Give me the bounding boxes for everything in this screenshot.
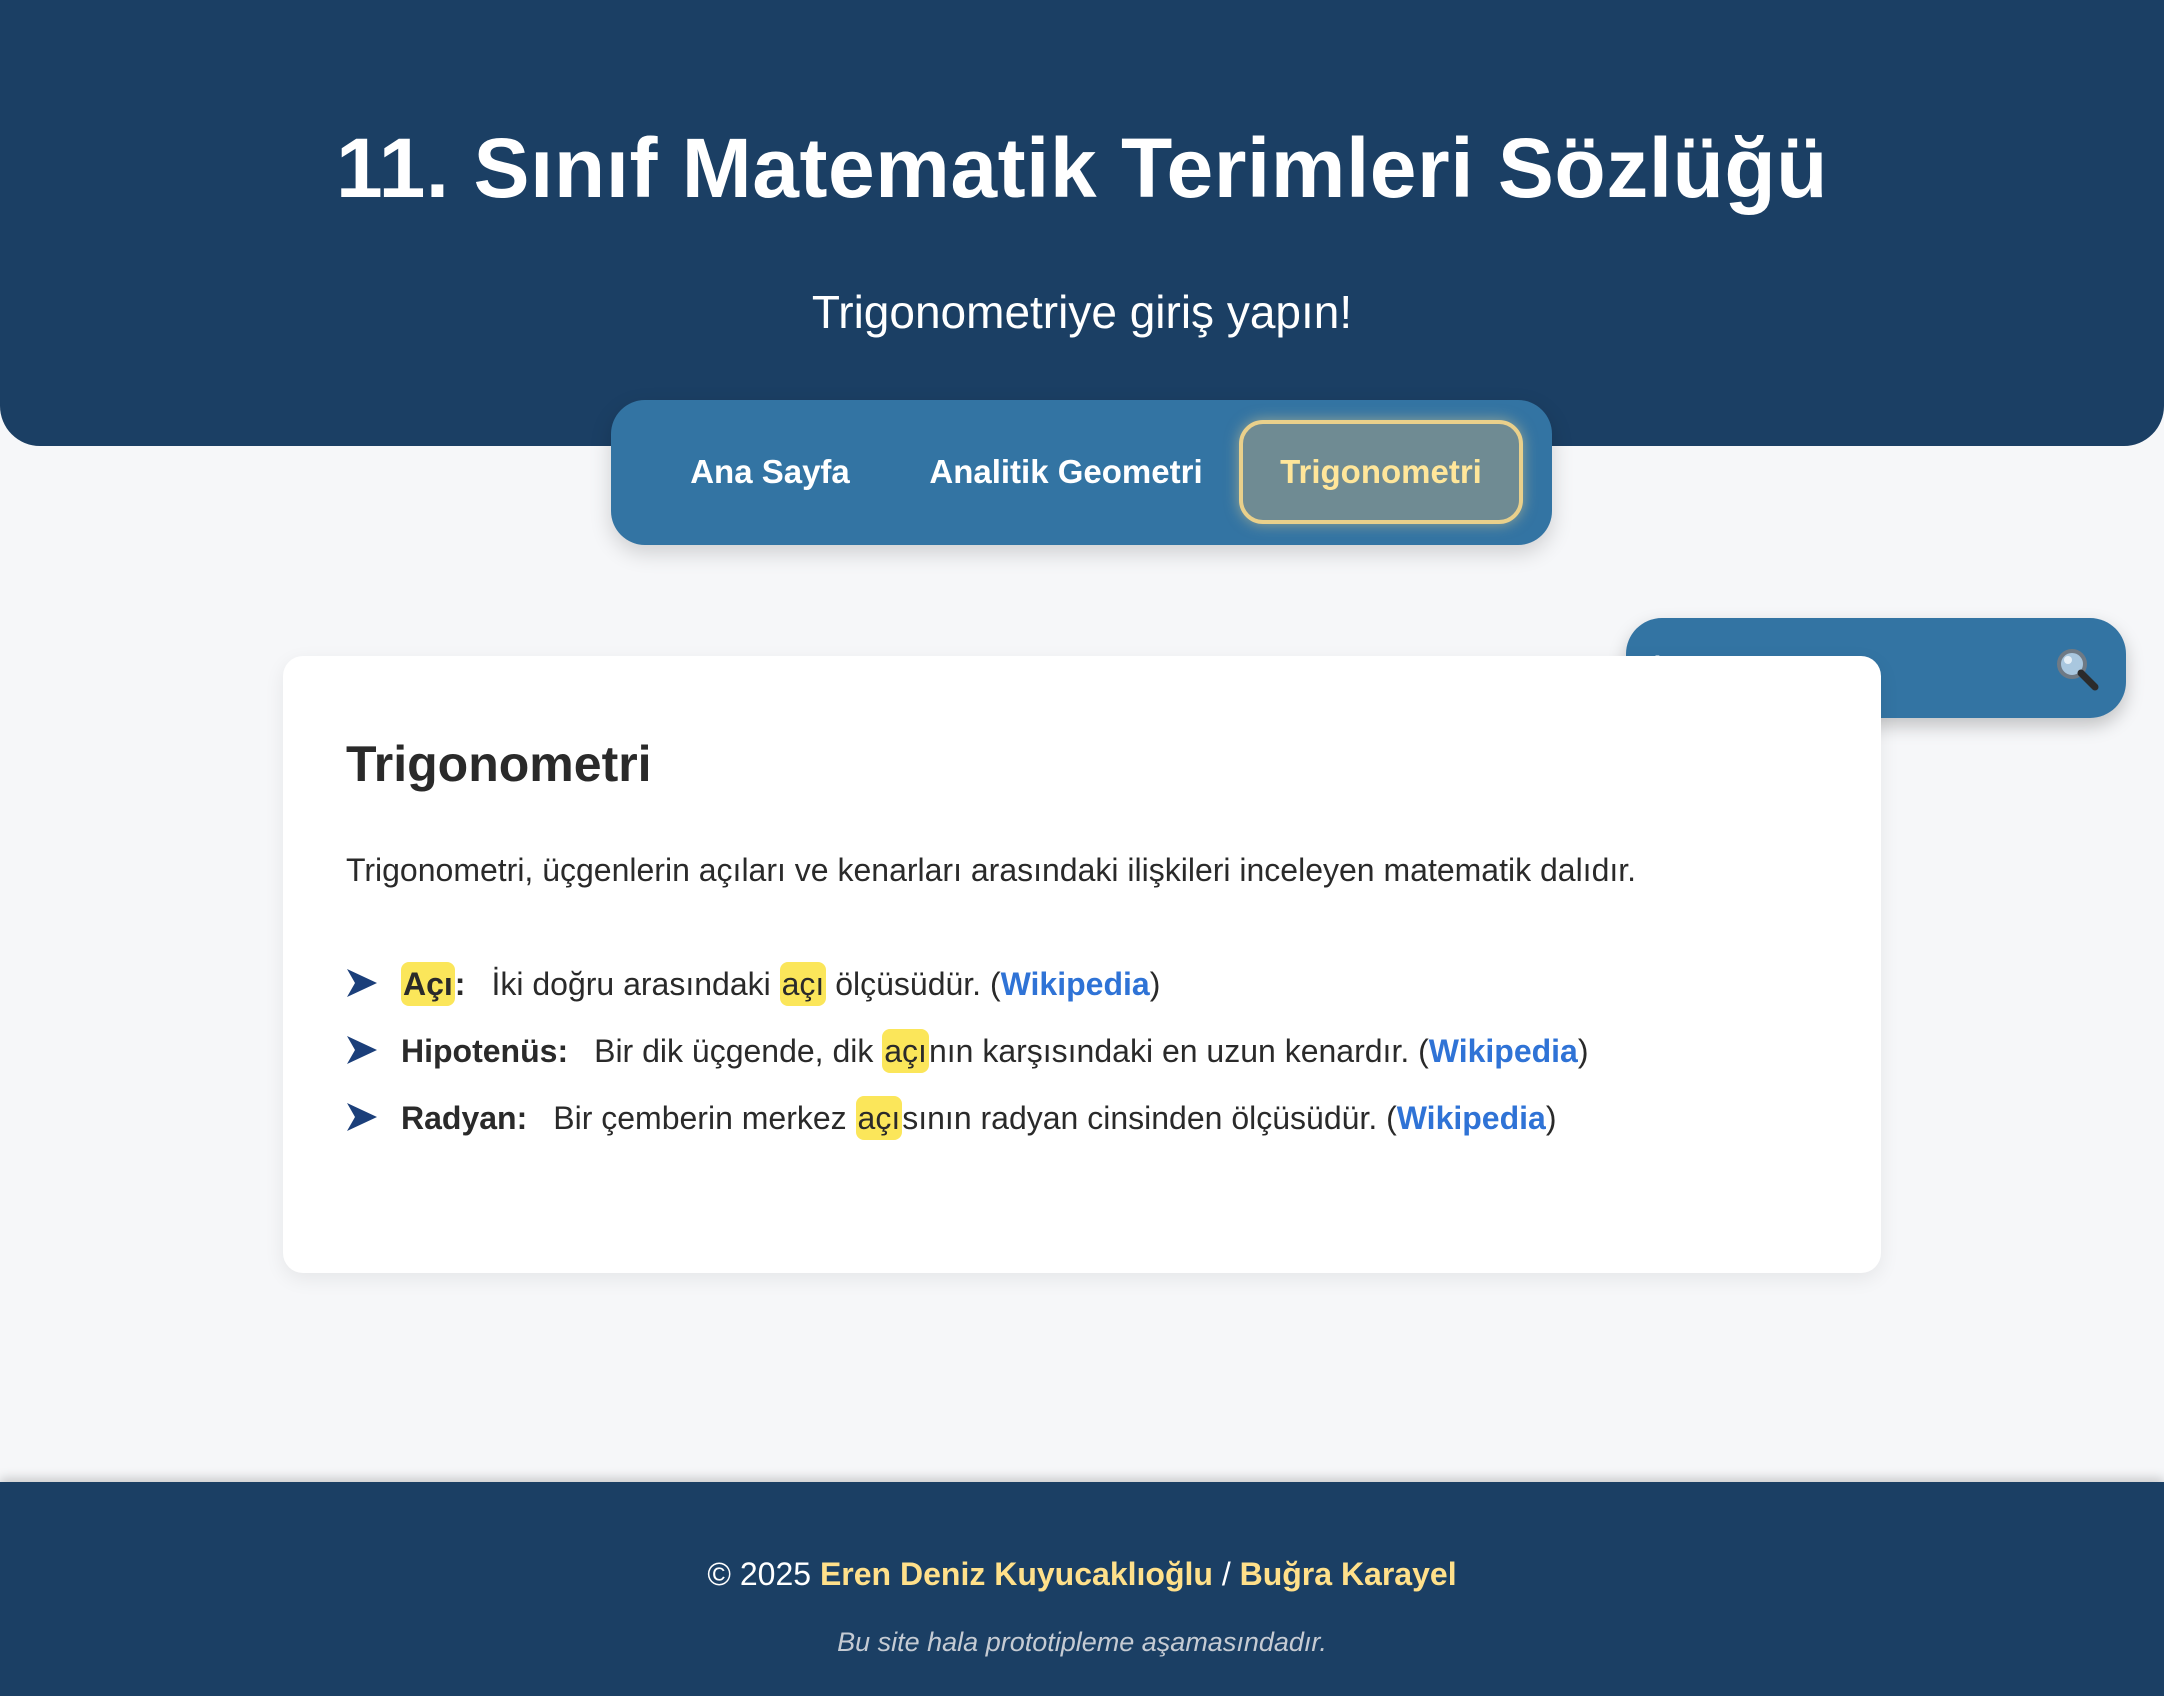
copyright-text: © 2025 xyxy=(707,1556,820,1592)
term-definition-text: ölçüsüdür. ( xyxy=(826,966,1001,1002)
term-colon: : xyxy=(454,966,466,1002)
search-highlight: açı xyxy=(882,1029,929,1073)
nav-item-analitik-geometri[interactable]: Analitik Geometri xyxy=(907,420,1225,524)
term-colon: : xyxy=(516,1100,528,1136)
wikipedia-link[interactable]: Wikipedia xyxy=(1397,1100,1546,1136)
term-name: Radyan xyxy=(401,1100,517,1136)
site-subtitle: Trigonometriye giriş yapın! xyxy=(811,286,1353,338)
term-colon: : xyxy=(557,1033,569,1069)
term-item-hipotenus: Hipotenüs: Bir dik üçgende, dik açının ka… xyxy=(346,1023,1846,1090)
nav-item-ana-sayfa[interactable]: Ana Sayfa xyxy=(659,420,881,524)
footer-note: Bu site hala prototipleme aşamasındadır. xyxy=(837,1627,1327,1657)
term-definition-text: nın karşısındaki en uzun kenardır. ( xyxy=(928,1033,1429,1069)
author-name: Buğra Karayel xyxy=(1239,1556,1457,1592)
arrow-bullet-icon xyxy=(347,969,377,997)
site-title: 11. Sınıf Matematik Terimleri Sözlüğü xyxy=(336,121,1828,215)
arrow-bullet-icon xyxy=(347,1036,377,1064)
section-description: Trigonometri, üçgenlerin açıları ve kena… xyxy=(346,852,1637,888)
term-definition-text: sının radyan cinsinden ölçüsüdür. ( xyxy=(902,1100,1397,1136)
arrow-bullet-icon xyxy=(347,1103,377,1131)
wikipedia-link[interactable]: Wikipedia xyxy=(1001,966,1150,1002)
term-item-radyan: Radyan: Bir çemberin merkez açısının rady… xyxy=(346,1090,1846,1157)
site-header: 11. Sınıf Matematik Terimleri Sözlüğü Tr… xyxy=(0,0,2164,446)
term-definition-text: Bir dik üçgende, dik xyxy=(594,1033,883,1069)
term-name: Açı xyxy=(401,962,455,1006)
content-card: Trigonometri Trigonometri, üçgenlerin aç… xyxy=(283,656,1881,1273)
search-icon[interactable] xyxy=(2054,646,2100,692)
closing-paren: ) xyxy=(1545,1100,1557,1136)
section-title: Trigonometri xyxy=(346,736,652,792)
author-name: Eren Deniz Kuyucaklıoğlu xyxy=(819,1556,1213,1592)
nav-item-trigonometri-active[interactable]: Trigonometri xyxy=(1239,420,1523,524)
search-highlight: açı xyxy=(779,962,827,1006)
footer-credits: © 2025 Eren Deniz Kuyucaklıoğlu / Buğra … xyxy=(0,1552,2164,1596)
term-item-aci: Açı: İki doğru arasındaki açı ölçüsüdür. … xyxy=(346,956,1846,1023)
search-highlight: açı xyxy=(855,1096,903,1140)
term-name: Hipotenüs xyxy=(401,1033,558,1069)
term-definition-text: İki doğru arasındaki xyxy=(491,966,780,1002)
site-footer: © 2025 Eren Deniz Kuyucaklıoğlu / Buğra … xyxy=(0,1482,2164,1696)
term-list: Açı: İki doğru arasındaki açı ölçüsüdür. … xyxy=(346,956,1846,1157)
term-definition-text: Bir çemberin merkez xyxy=(553,1100,856,1136)
author-separator: / xyxy=(1212,1556,1240,1592)
wikipedia-link[interactable]: Wikipedia xyxy=(1429,1033,1578,1069)
closing-paren: ) xyxy=(1149,966,1161,1002)
closing-paren: ) xyxy=(1577,1033,1589,1069)
main-nav: Ana Sayfa Analitik Geometri Trigonometri xyxy=(611,400,1552,545)
